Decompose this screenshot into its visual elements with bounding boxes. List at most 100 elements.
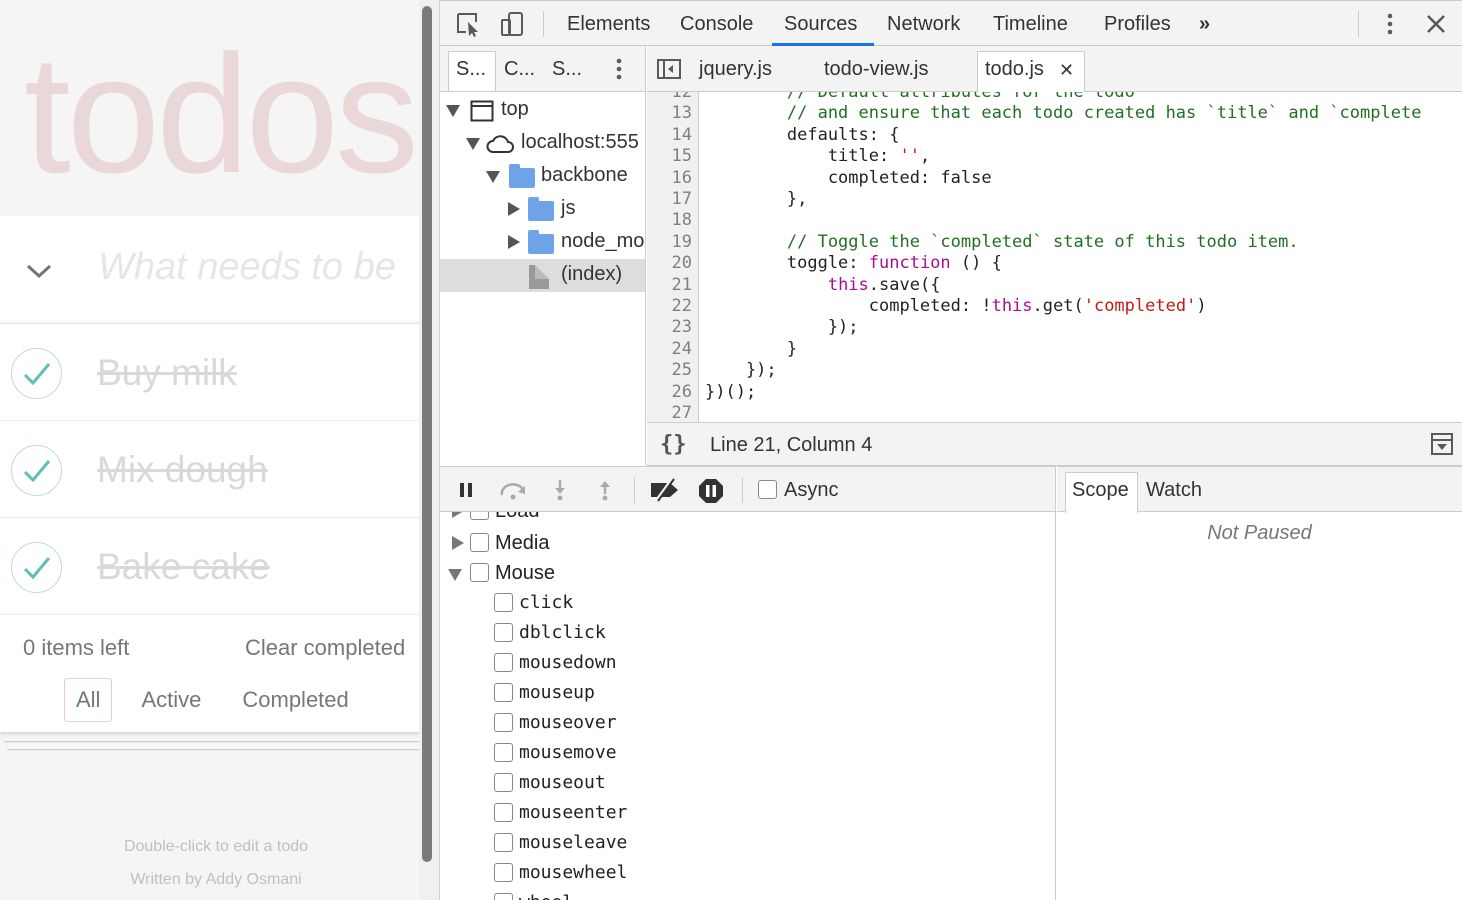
event-breakpoint-item[interactable]: wheel — [440, 890, 740, 900]
app-title: todos — [24, 20, 419, 208]
more-tabs-icon[interactable]: » — [1199, 13, 1210, 36]
toggle-navigator-icon[interactable] — [655, 55, 683, 83]
collapse-triangle-icon[interactable] — [452, 536, 464, 550]
event-checkbox[interactable] — [494, 863, 513, 882]
event-breakpoint-item[interactable]: mouseenter — [440, 800, 740, 830]
collapse-triangle-icon[interactable] — [508, 235, 520, 249]
todo-toggle-checkbox[interactable] — [11, 542, 62, 593]
todo-toggle-checkbox[interactable] — [11, 445, 62, 496]
filter-completed[interactable]: Completed — [230, 678, 360, 722]
device-mode-icon[interactable] — [498, 10, 526, 38]
event-breakpoint-item[interactable]: mouseup — [440, 680, 740, 710]
app-scrollbar[interactable] — [419, 0, 440, 900]
code-line: 24 } — [647, 339, 1462, 360]
expand-triangle-icon[interactable] — [448, 569, 462, 581]
filter-all[interactable]: All — [64, 678, 113, 722]
category-checkbox[interactable] — [470, 533, 489, 552]
filter-active[interactable]: Active — [129, 678, 213, 722]
tab-timeline[interactable]: Timeline — [993, 13, 1068, 36]
tab-console[interactable]: Console — [680, 13, 753, 36]
code-line: 16 completed: false — [647, 168, 1462, 189]
event-checkbox[interactable] — [494, 683, 513, 702]
event-breakpoint-item[interactable]: mouseleave — [440, 830, 740, 860]
new-todo-row: What needs to be — [0, 216, 419, 324]
tab-sources[interactable]: Sources — [784, 13, 857, 36]
clear-completed-button[interactable]: Clear completed — [245, 635, 405, 661]
editor-tab-todo[interactable]: todo.js — [985, 58, 1044, 81]
todo-toggle-checkbox[interactable] — [11, 348, 62, 399]
category-checkbox[interactable] — [470, 512, 489, 520]
async-label: Async — [784, 479, 839, 501]
tab-elements[interactable]: Elements — [567, 13, 650, 36]
navigator-menu-icon[interactable] — [605, 55, 633, 83]
edit-hint: Double-click to edit a todo — [123, 838, 309, 855]
event-breakpoint-item[interactable]: click — [440, 590, 740, 620]
event-checkbox[interactable] — [494, 803, 513, 822]
scrollbar-thumb[interactable] — [422, 6, 432, 862]
tree-item-node-modules[interactable]: node_mo — [440, 226, 645, 259]
tab-scope[interactable]: Scope — [1072, 479, 1129, 502]
file-icon — [529, 265, 549, 289]
event-breakpoint-item[interactable]: mouseover — [440, 710, 740, 740]
expand-triangle-icon[interactable] — [466, 138, 480, 150]
expand-triangle-icon[interactable] — [486, 171, 500, 183]
pretty-print-button[interactable]: {} — [660, 432, 687, 457]
event-breakpoint-item[interactable]: mousewheel — [440, 860, 740, 890]
navigator-tab-sources[interactable]: S... — [456, 58, 486, 81]
event-breakpoint-item[interactable]: dblclick — [440, 620, 740, 650]
navigator-tab-snippets[interactable]: S... — [552, 58, 582, 81]
event-checkbox[interactable] — [494, 773, 513, 792]
close-icon[interactable] — [1422, 10, 1450, 38]
source-editor: jquery.js todo-view.js todo.js ✕ 12 // D… — [647, 46, 1462, 466]
event-checkbox[interactable] — [494, 623, 513, 642]
code-line: 18 — [647, 210, 1462, 231]
pause-on-exceptions-icon[interactable] — [698, 478, 723, 503]
tab-network[interactable]: Network — [887, 13, 960, 36]
tree-item-localhost[interactable]: localhost:555 — [440, 127, 645, 160]
expand-triangle-icon[interactable] — [446, 105, 460, 117]
event-breakpoint-item[interactable]: mousedown — [440, 650, 740, 680]
todo-label[interactable]: Bake cake — [97, 546, 270, 588]
tree-item-top[interactable]: top — [440, 94, 645, 127]
filters: All Active Completed — [64, 678, 378, 722]
tree-item-index[interactable]: (index) — [440, 259, 645, 292]
toggle-all-chevron-icon[interactable] — [22, 254, 56, 288]
new-todo-input[interactable]: What needs to be — [98, 246, 396, 289]
toggle-debugger-sidebar-icon[interactable] — [1429, 431, 1457, 459]
event-checkbox[interactable] — [494, 833, 513, 852]
close-tab-icon[interactable]: ✕ — [1059, 60, 1074, 81]
todo-label[interactable]: Mix dough — [97, 449, 268, 491]
event-breakpoint-item[interactable]: mouseout — [440, 770, 740, 800]
tree-item-js[interactable]: js — [440, 193, 645, 226]
step-over-icon[interactable] — [499, 478, 529, 502]
deactivate-breakpoints-icon[interactable] — [648, 478, 682, 502]
code-area[interactable]: 12 // Default attributes for the todo 13… — [647, 92, 1462, 422]
event-checkbox[interactable] — [494, 743, 513, 762]
navigator-tab-content-scripts[interactable]: C... — [504, 58, 535, 81]
category-media[interactable]: Media — [440, 530, 740, 560]
pause-icon[interactable] — [455, 478, 479, 502]
step-out-icon[interactable] — [593, 478, 617, 502]
editor-tab-jquery[interactable]: jquery.js — [699, 58, 772, 81]
category-checkbox[interactable] — [470, 563, 489, 582]
event-breakpoint-item[interactable]: mousemove — [440, 740, 740, 770]
async-checkbox[interactable] — [758, 480, 777, 499]
category-load[interactable]: Load — [440, 512, 740, 530]
author-link[interactable]: Addy Osmani — [206, 871, 302, 888]
inspect-element-icon[interactable] — [454, 10, 482, 38]
tree-item-backbone[interactable]: backbone — [440, 160, 645, 193]
collapse-triangle-icon[interactable] — [508, 202, 520, 216]
tab-profiles[interactable]: Profiles — [1104, 13, 1171, 36]
collapse-triangle-icon[interactable] — [452, 512, 464, 518]
todo-label[interactable]: Buy milk — [97, 352, 237, 394]
category-mouse[interactable]: Mouse — [440, 560, 740, 590]
tab-watch[interactable]: Watch — [1146, 479, 1202, 502]
customize-menu-icon[interactable] — [1376, 10, 1404, 38]
event-checkbox[interactable] — [494, 893, 513, 900]
line-number: 15 — [671, 146, 692, 167]
event-checkbox[interactable] — [494, 713, 513, 732]
event-checkbox[interactable] — [494, 653, 513, 672]
event-checkbox[interactable] — [494, 593, 513, 612]
step-into-icon[interactable] — [548, 478, 572, 502]
editor-tab-todo-view[interactable]: todo-view.js — [824, 58, 929, 81]
